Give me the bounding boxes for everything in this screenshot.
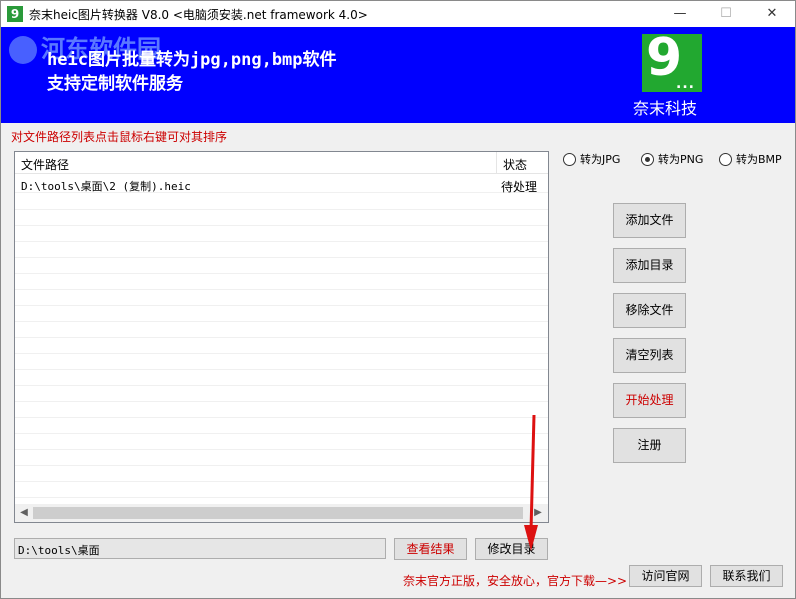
column-header-status[interactable]: 状态 bbox=[503, 156, 527, 173]
add-directory-button[interactable]: 添加目录 bbox=[613, 248, 686, 283]
grid-line bbox=[15, 257, 548, 258]
sort-hint: 对文件路径列表点击鼠标右键可对其排序 bbox=[11, 130, 228, 144]
grid-line bbox=[15, 225, 548, 226]
brand-name: 奈末科技 bbox=[633, 99, 698, 118]
output-dir-field[interactable]: D:\tools\桌面 bbox=[14, 538, 386, 559]
app-icon: 9 bbox=[7, 6, 23, 22]
radio-jpg[interactable]: 转为JPG bbox=[563, 151, 620, 167]
add-file-button[interactable]: 添加文件 bbox=[613, 203, 686, 238]
grid-line bbox=[15, 417, 548, 418]
radio-button[interactable] bbox=[719, 152, 732, 166]
header-banner: 河东软件园 heic图片批量转为jpg,png,bmp软件 支持定制软件服务 9… bbox=[1, 27, 795, 123]
grid-line bbox=[15, 433, 548, 434]
list-header: 文件路径 状态 bbox=[15, 152, 548, 174]
close-button[interactable]: ✕ bbox=[749, 1, 795, 27]
grid-line bbox=[15, 465, 548, 466]
grid-line bbox=[15, 321, 548, 322]
red-arrow-annotation bbox=[524, 414, 538, 551]
grid-line bbox=[15, 481, 548, 482]
grid-line bbox=[15, 401, 548, 402]
grid-line bbox=[15, 209, 548, 210]
radio-label: 转为JPG bbox=[580, 153, 621, 166]
brand-logo: 9 ... bbox=[642, 28, 702, 92]
column-header-path[interactable]: 文件路径 bbox=[21, 156, 69, 173]
grid-line bbox=[15, 369, 548, 370]
radio-button[interactable] bbox=[641, 152, 654, 166]
grid-line bbox=[15, 273, 548, 274]
grid-line bbox=[15, 449, 548, 450]
column-separator[interactable] bbox=[496, 152, 497, 174]
maximize-button[interactable]: ☐ bbox=[703, 1, 749, 27]
grid-line bbox=[15, 337, 548, 338]
minimize-button[interactable]: — bbox=[657, 1, 703, 27]
contact-us-button[interactable]: 联系我们 bbox=[710, 565, 783, 587]
grid-line bbox=[15, 305, 548, 306]
radio-label: 转为BMP bbox=[736, 153, 782, 166]
grid-line bbox=[15, 353, 548, 354]
radio-bmp[interactable]: 转为BMP bbox=[719, 151, 782, 167]
radio-png[interactable]: 转为PNG bbox=[641, 151, 703, 167]
title-bar[interactable]: 9 奈末heic图片转换器 V8.0 <电脑须安装.net framework … bbox=[1, 1, 795, 27]
grid-line bbox=[15, 241, 548, 242]
banner-headline: heic图片批量转为jpg,png,bmp软件 bbox=[47, 50, 337, 70]
grid-line bbox=[15, 385, 548, 386]
view-result-button[interactable]: 查看结果 bbox=[394, 538, 467, 560]
app-window: 9 奈末heic图片转换器 V8.0 <电脑须安装.net framework … bbox=[0, 0, 796, 599]
radio-button[interactable] bbox=[563, 152, 576, 166]
radio-label: 转为PNG bbox=[658, 153, 704, 166]
start-button[interactable]: 开始处理 bbox=[613, 383, 686, 418]
register-button[interactable]: 注册 bbox=[613, 428, 686, 463]
horizontal-scrollbar[interactable]: ◀ ▶ bbox=[15, 504, 548, 522]
table-row[interactable]: D:\tools\桌面\2 (复制).heic 待处理 bbox=[15, 176, 548, 194]
row-path: D:\tools\桌面\2 (复制).heic bbox=[21, 180, 191, 193]
grid-line bbox=[15, 289, 548, 290]
watermark-logo-icon bbox=[9, 36, 37, 64]
row-status: 待处理 bbox=[501, 180, 538, 194]
clear-list-button[interactable]: 清空列表 bbox=[613, 338, 686, 373]
logo-dots: ... bbox=[676, 76, 695, 92]
scroll-thumb[interactable] bbox=[33, 507, 523, 519]
visit-website-button[interactable]: 访问官网 bbox=[629, 565, 702, 587]
banner-subline: 支持定制软件服务 bbox=[47, 74, 183, 94]
footer-slogan: 奈末官方正版，安全放心，官方下载—>> bbox=[403, 574, 628, 588]
file-list[interactable]: 文件路径 状态 D:\tools\桌面\2 (复制).heic 待处理 ◀ ▶ bbox=[14, 151, 549, 523]
scroll-left-icon[interactable]: ◀ bbox=[17, 506, 31, 520]
window-title: 奈末heic图片转换器 V8.0 <电脑须安装.net framework 4.… bbox=[29, 8, 368, 22]
remove-file-button[interactable]: 移除文件 bbox=[613, 293, 686, 328]
grid-line bbox=[15, 497, 548, 498]
